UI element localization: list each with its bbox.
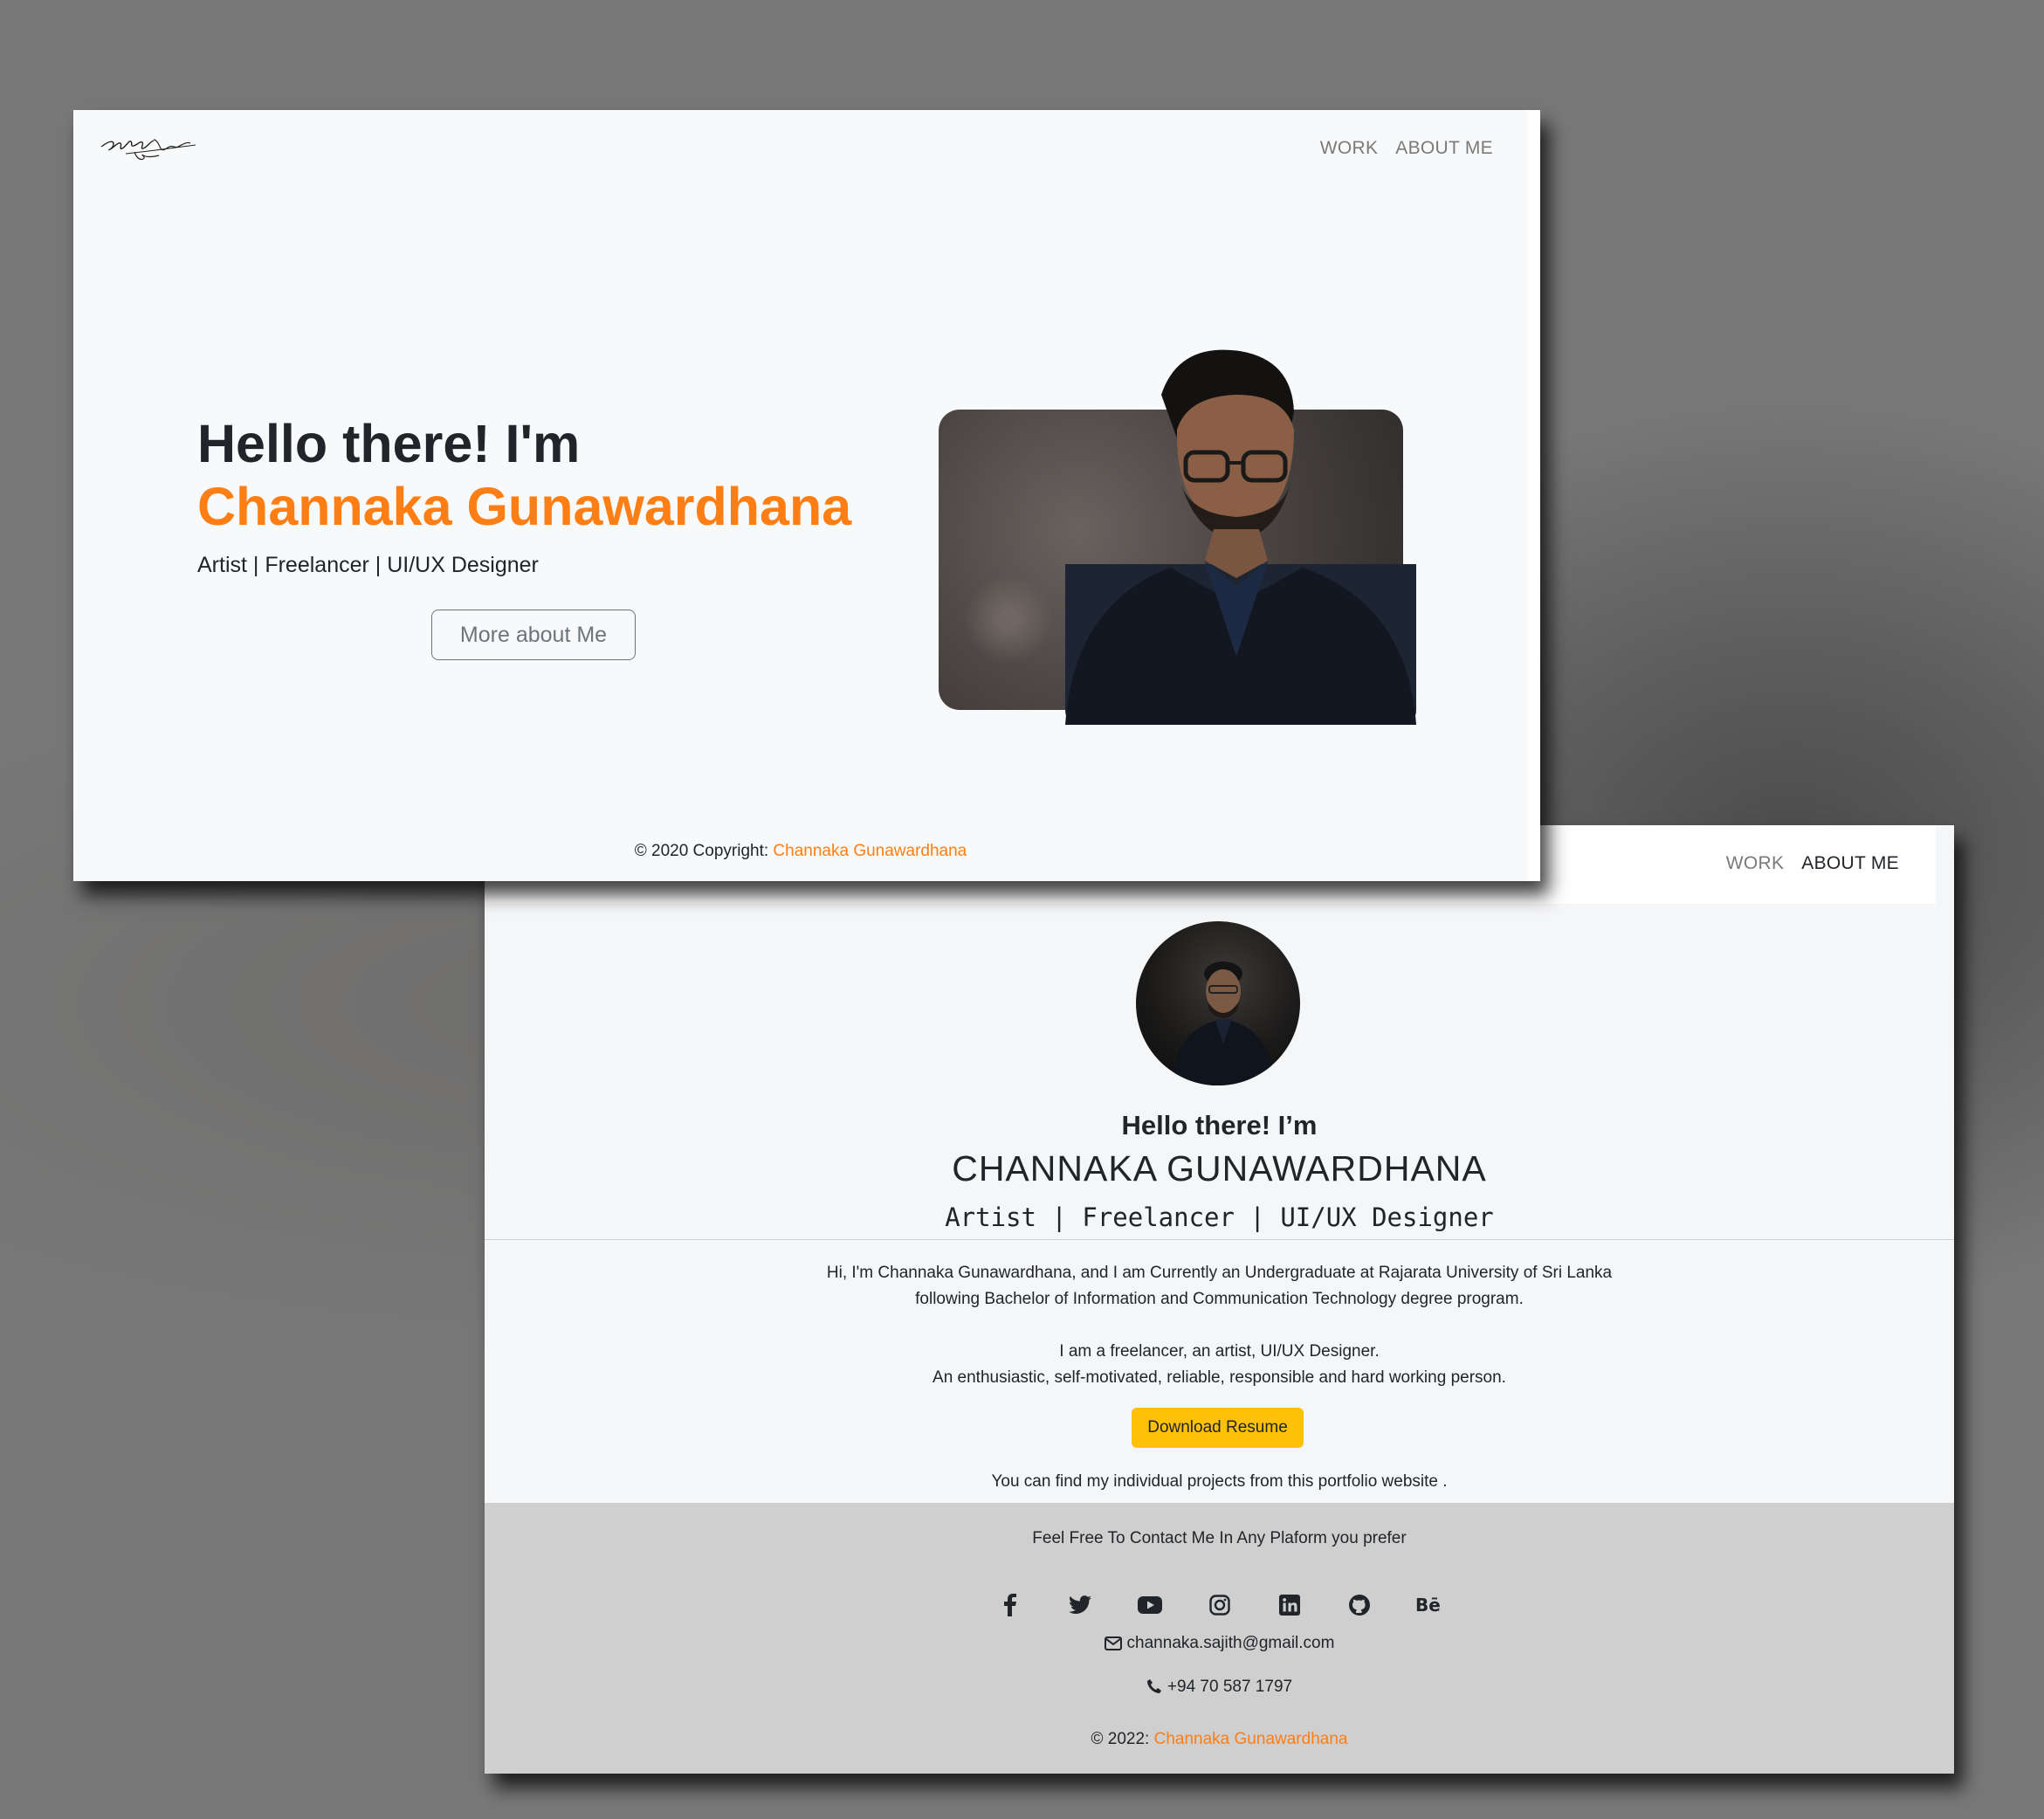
home-navbar: WORK ABOUT ME xyxy=(73,110,1528,189)
contact-heading: Feel Free To Contact Me In Any Plaform y… xyxy=(1032,1529,1407,1547)
contact-footer: Feel Free To Contact Me In Any Plaform y… xyxy=(485,1503,1954,1774)
hero-roles: Artist | Freelancer | UI/UX Designer xyxy=(197,553,539,577)
envelope-icon xyxy=(1104,1636,1122,1656)
hero-name: Channaka Gunawardhana xyxy=(197,477,852,536)
home-nav-menu: WORK ABOUT ME xyxy=(1320,138,1493,159)
linkedin-icon[interactable] xyxy=(1275,1590,1304,1620)
home-copyright-prefix: © 2020 Copyright: xyxy=(634,842,774,860)
about-nav-about-me[interactable]: ABOUT ME xyxy=(1801,853,1899,874)
about-roles: Artist | Freelancer | UI/UX Designer xyxy=(945,1202,1494,1232)
about-greeting: Hello there! I’m xyxy=(1121,1110,1318,1140)
hero-greeting: Hello there! I'm xyxy=(197,414,581,473)
section-divider xyxy=(485,1239,1954,1240)
github-icon[interactable] xyxy=(1345,1590,1374,1620)
about-copyright: © 2022: Channaka Gunawardhana xyxy=(485,1730,1954,1749)
bio-paragraph-2: I am a freelancer, an artist, UI/UX Desi… xyxy=(485,1339,1954,1391)
home-footer: © 2020 Copyright: Channaka Gunawardhana xyxy=(73,842,1528,861)
contact-email-text: channaka.sajith@gmail.com xyxy=(1126,1634,1335,1652)
about-nav-work[interactable]: WORK xyxy=(1726,853,1785,874)
about-name-heading: CHANNAKA GUNAWARDHANA xyxy=(952,1148,1487,1189)
facebook-icon[interactable] xyxy=(995,1590,1025,1620)
home-page-screenshot: WORK ABOUT ME Hello there! I'm Channaka … xyxy=(73,110,1540,881)
contact-phone[interactable]: +94 70 587 1797 xyxy=(485,1678,1954,1699)
about-copyright-prefix: © 2022: xyxy=(1091,1730,1154,1748)
more-about-me-button[interactable]: More about Me xyxy=(431,610,636,660)
contact-email[interactable]: channaka.sajith@gmail.com xyxy=(485,1634,1954,1656)
hero-portrait xyxy=(1065,349,1416,725)
home-nav-work[interactable]: WORK xyxy=(1320,138,1379,159)
download-resume-button[interactable]: Download Resume xyxy=(1132,1408,1304,1448)
bio-line-2: following Bachelor of Information and Co… xyxy=(915,1290,1524,1308)
bio-line-4: An enthusiastic, self-motivated, reliabl… xyxy=(933,1368,1506,1387)
youtube-icon[interactable] xyxy=(1135,1590,1165,1620)
about-copyright-link[interactable]: Channaka Gunawardhana xyxy=(1154,1730,1348,1748)
signature-logo[interactable] xyxy=(100,127,201,170)
svg-text:Bē: Bē xyxy=(1415,1595,1441,1615)
bio-paragraph-1: Hi, I'm Channaka Gunawardhana, and I am … xyxy=(485,1260,1954,1313)
home-copyright-link[interactable]: Channaka Gunawardhana xyxy=(773,842,967,860)
bio-line-1: Hi, I'm Channaka Gunawardhana, and I am … xyxy=(826,1264,1613,1282)
behance-icon[interactable]: Bē xyxy=(1414,1590,1444,1620)
about-page-screenshot: WORK ABOUT ME Hello there! I’m CHANNAKA … xyxy=(485,825,1954,1774)
instagram-icon[interactable] xyxy=(1205,1590,1235,1620)
home-nav-about-me[interactable]: ABOUT ME xyxy=(1395,138,1493,159)
contact-phone-text: +94 70 587 1797 xyxy=(1167,1678,1293,1696)
projects-note: You can find my individual projects from… xyxy=(991,1472,1448,1491)
profile-avatar xyxy=(1136,921,1300,1085)
social-links: Bē xyxy=(485,1590,1954,1620)
twitter-icon[interactable] xyxy=(1065,1590,1095,1620)
about-nav-menu: WORK ABOUT ME xyxy=(1726,853,1899,874)
phone-icon xyxy=(1146,1678,1162,1699)
bio-line-3: I am a freelancer, an artist, UI/UX Desi… xyxy=(1059,1342,1380,1361)
